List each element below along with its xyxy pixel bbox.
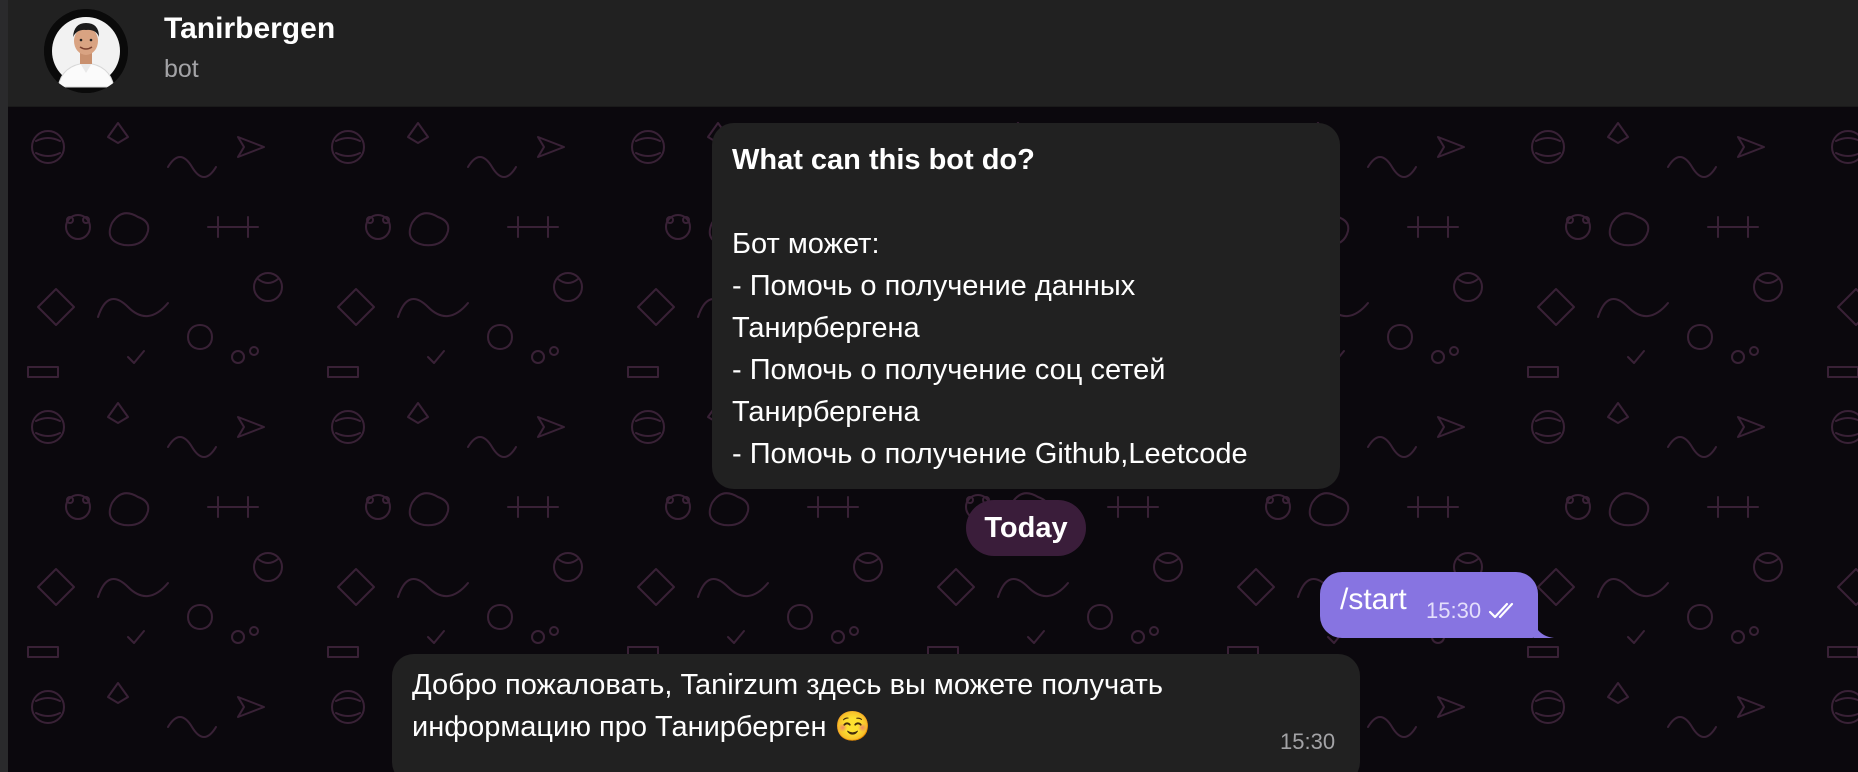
outgoing-message[interactable]: /start 15:30 bbox=[1320, 572, 1538, 638]
bot-description-line: Танирбергена bbox=[732, 312, 920, 344]
incoming-message[interactable]: Добро пожаловать, Tanirzum здесь вы може… bbox=[392, 654, 1360, 772]
message-time: 15:30 bbox=[1280, 729, 1336, 754]
bot-description-line: Танирбергена bbox=[732, 396, 920, 428]
bot-description-card: What can this bot do? Бот может: - Помоч… bbox=[712, 123, 1340, 489]
double-check-icon bbox=[1488, 602, 1514, 619]
message-area[interactable]: What can this bot do? Бот может: - Помоч… bbox=[8, 107, 1858, 772]
bot-description-title: What can this bot do? bbox=[732, 144, 1035, 176]
bot-description-line: - Помочь о получение Github,Leetcode bbox=[732, 438, 1248, 470]
message-text: Добро пожаловать, Tanirzum здесь вы може… bbox=[412, 669, 1163, 701]
bot-description-line: - Помочь о получение соц сетей bbox=[732, 354, 1166, 386]
message-text: /start bbox=[1340, 583, 1407, 616]
telegram-chat-window: Tanirbergen bot What can this bot do? Бо… bbox=[0, 0, 1858, 772]
bot-description-line: - Помочь о получение данных bbox=[732, 270, 1136, 302]
date-separator[interactable]: Today bbox=[966, 500, 1086, 556]
chat-header[interactable]: Tanirbergen bot bbox=[8, 0, 1858, 107]
chat-subtitle: bot bbox=[164, 55, 199, 83]
message-time: 15:30 bbox=[1426, 598, 1482, 623]
message-text: информацию про Танирберген ☺️ bbox=[412, 711, 871, 743]
bot-description-line: Бот может: bbox=[732, 228, 880, 260]
avatar[interactable] bbox=[44, 9, 128, 93]
chat-title[interactable]: Tanirbergen bbox=[164, 12, 335, 46]
